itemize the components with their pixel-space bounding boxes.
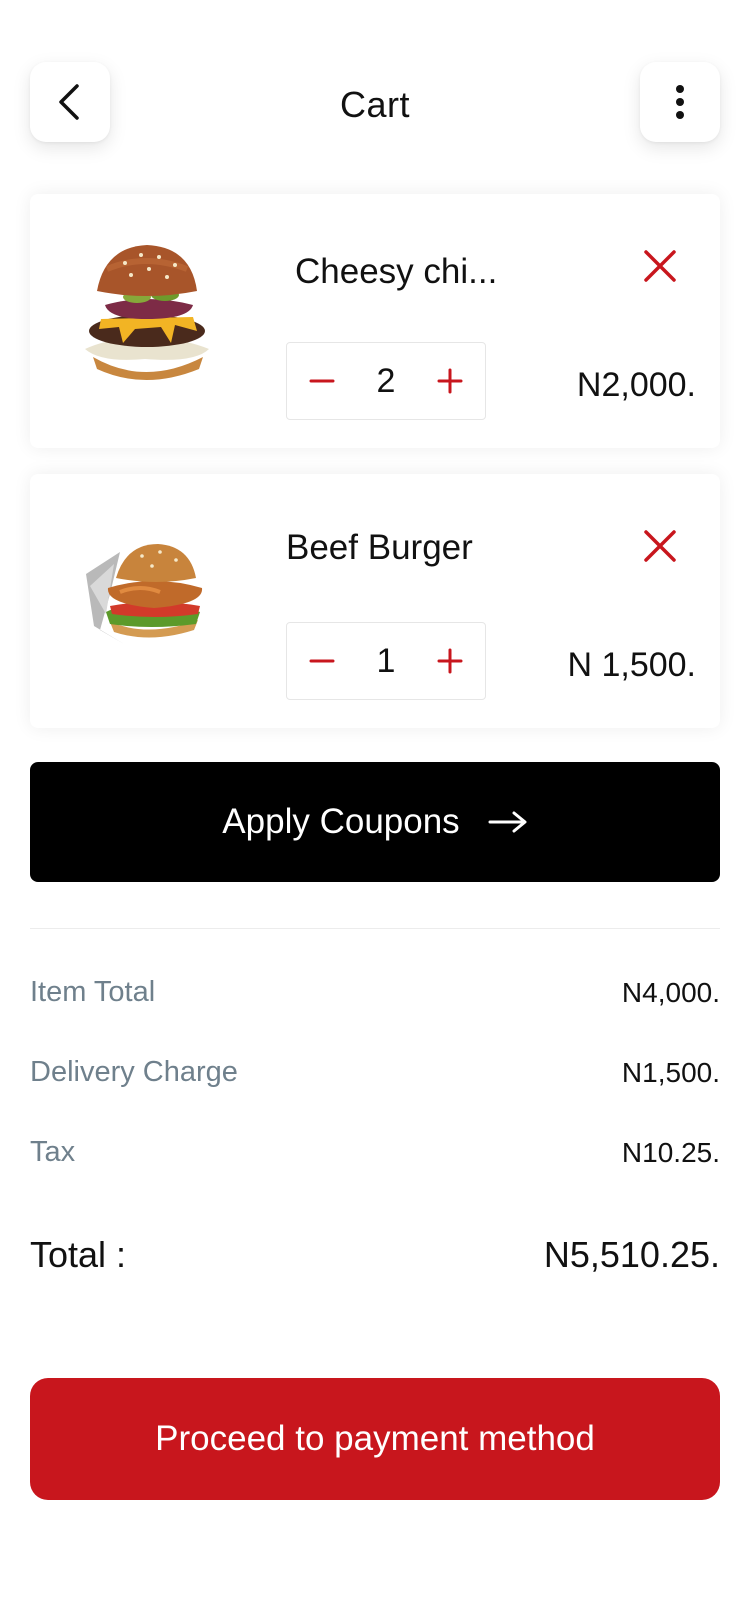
increase-quantity-button[interactable] [435, 366, 465, 396]
plus-icon [437, 648, 463, 674]
proceed-to-payment-label: Proceed to payment method [155, 1419, 595, 1458]
remove-item-button[interactable] [640, 526, 680, 566]
tax-row: Tax N10.25. [30, 1136, 720, 1169]
minus-icon [309, 379, 335, 383]
more-options-button[interactable] [640, 62, 720, 142]
remove-item-button[interactable] [640, 246, 680, 286]
item-total-value: N4,000. [621, 976, 720, 1008]
quantity-stepper: 1 [286, 622, 486, 700]
cheeseburger-image [70, 234, 220, 394]
tax-value: N10.25. [621, 1136, 720, 1168]
item-price: N2,000. [576, 366, 696, 404]
delivery-charge-value: N1,500. [621, 1056, 720, 1088]
plus-icon [437, 368, 463, 394]
item-name: Beef Burger [286, 528, 473, 567]
divider [30, 928, 720, 929]
total-label: Total : [30, 1234, 127, 1275]
total-value: N5,510.25. [543, 1234, 720, 1275]
arrow-right-icon [488, 811, 527, 833]
item-name: Cheesy chi... [295, 252, 498, 291]
item-total-row: Item Total N4,000. [30, 976, 720, 1009]
item-price: N 1,500. [567, 646, 696, 684]
decrease-quantity-button[interactable] [307, 646, 337, 676]
more-vertical-icon [676, 85, 684, 119]
proceed-to-payment-button[interactable]: Proceed to payment method [30, 1378, 720, 1500]
apply-coupons-button[interactable]: Apply Coupons [30, 762, 720, 882]
delivery-charge-label: Delivery Charge [30, 1056, 238, 1088]
page-title: Cart [339, 84, 410, 125]
quantity-value: 2 [376, 361, 396, 400]
item-total-label: Item Total [30, 976, 156, 1008]
increase-quantity-button[interactable] [435, 646, 465, 676]
cart-item: Beef Burger 1 N 1,500. [30, 474, 720, 728]
quantity-stepper: 2 [286, 342, 486, 420]
cart-screen: Cart Cheesy chi... 2 N2,000. Beef Burger… [0, 0, 750, 1624]
close-icon [644, 250, 676, 282]
tax-label: Tax [30, 1136, 76, 1168]
close-icon [644, 530, 676, 562]
minus-icon [309, 659, 335, 663]
quantity-value: 1 [376, 641, 396, 680]
delivery-charge-row: Delivery Charge N1,500. [30, 1056, 720, 1089]
cart-item: Cheesy chi... 2 N2,000. [30, 194, 720, 448]
chicken-burger-image [70, 514, 220, 674]
apply-coupons-label: Apply Coupons [222, 802, 460, 841]
decrease-quantity-button[interactable] [307, 366, 337, 396]
total-row: Total : N5,510.25. [30, 1234, 720, 1276]
